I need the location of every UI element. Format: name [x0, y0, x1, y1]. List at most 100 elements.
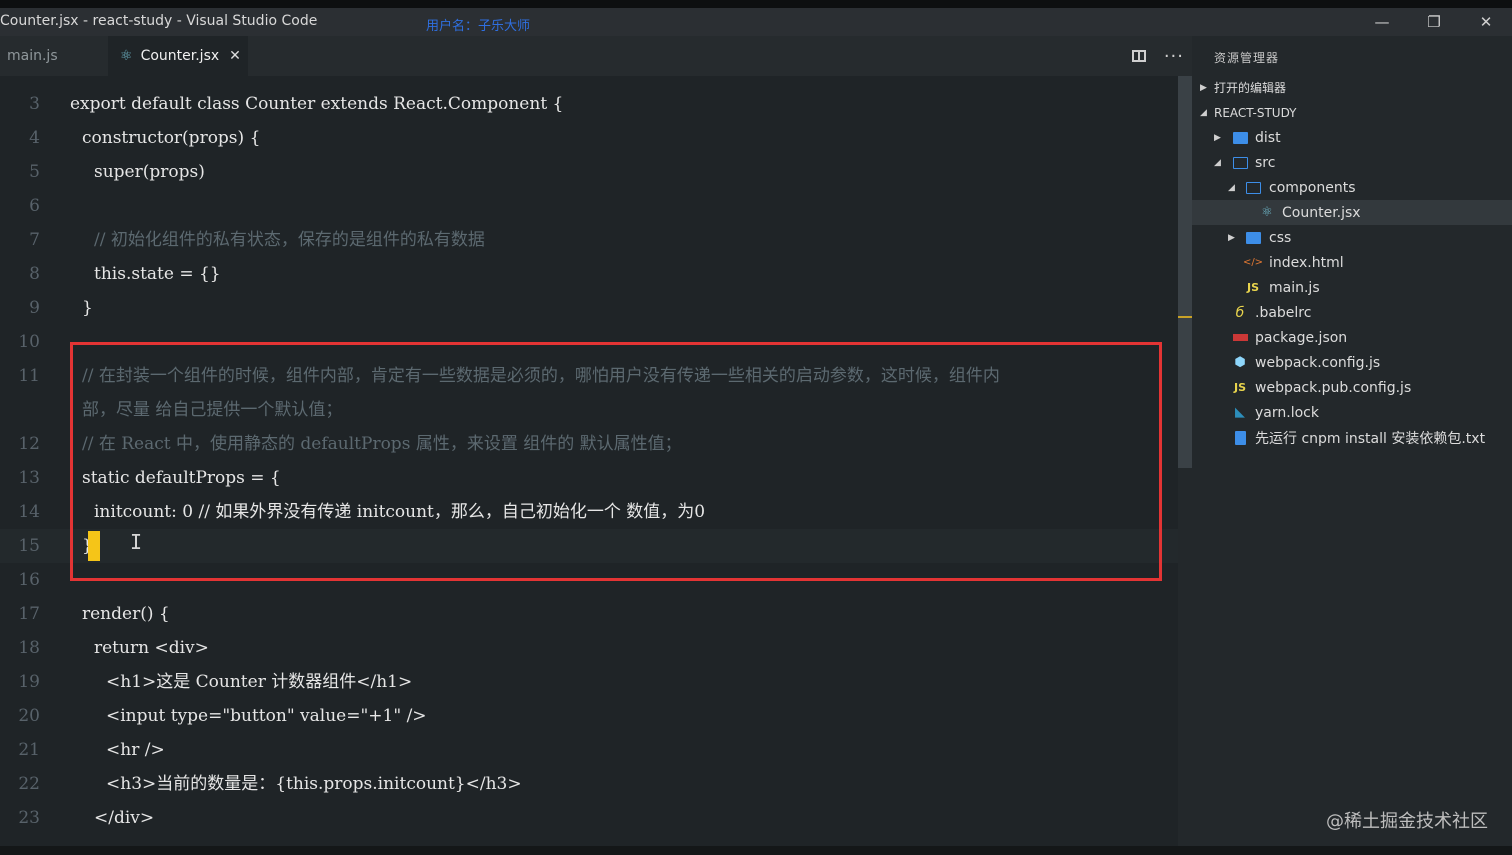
section-project[interactable]: ◢ REACT-STUDY: [1192, 100, 1512, 125]
code-editor[interactable]: 3 export default class Counter extends R…: [0, 76, 1178, 846]
tree-item-src[interactable]: ◢ src: [1192, 150, 1512, 175]
code-line: 6: [0, 189, 1178, 223]
minimize-button[interactable]: —: [1356, 8, 1408, 36]
code-text: export default class Counter extends Rea…: [70, 94, 564, 114]
tab-label: Counter.jsx: [140, 48, 220, 64]
code-comment: // 在 React 中，使用静态的 defaultProps 属性，来设置 组…: [82, 434, 682, 454]
ibeam-cursor-icon: I: [130, 530, 143, 554]
tree-item-readme-txt[interactable]: 先运行 cnpm install 安装依赖包.txt: [1192, 425, 1512, 450]
tree-item-webpack-config[interactable]: ⬢ webpack.config.js: [1192, 350, 1512, 375]
tab-label: main.js: [7, 48, 58, 64]
tree-item-webpack-pub-config[interactable]: JS webpack.pub.config.js: [1192, 375, 1512, 400]
tree-item-babelrc[interactable]: б .babelrc: [1192, 300, 1512, 325]
scrollbar-thumb[interactable]: [1178, 76, 1192, 468]
window-titlebar: Counter.jsx - react-study - Visual Studi…: [0, 0, 1512, 36]
tree-item-label: dist: [1255, 129, 1281, 146]
tab-counter-jsx[interactable]: ⚛ Counter.jsx ✕: [108, 36, 248, 76]
code-text: render() {: [82, 604, 170, 624]
code-text: initcount: 0 // 如果外界没有传递 initcount，那么，自己…: [94, 502, 706, 522]
code-comment: 部，尽量 给自己提供一个默认值；: [82, 400, 343, 420]
html-icon: </>: [1242, 257, 1264, 268]
site-watermark: @稀土掘金技术社区: [1326, 811, 1488, 832]
section-label: 打开的编辑器: [1214, 81, 1287, 95]
code-line: 5 super(props): [0, 155, 1178, 189]
code-line: 20 <input type="button" value="+1" />: [0, 699, 1178, 733]
chevron-down-icon: ◢: [1214, 157, 1221, 168]
tree-item-components[interactable]: ◢ components: [1192, 175, 1512, 200]
code-text: }: [82, 298, 93, 318]
line-number: 21: [18, 740, 40, 760]
line-number: 15: [18, 536, 40, 556]
editor-scrollbar[interactable]: [1178, 76, 1192, 846]
code-line-wrapped: 部，尽量 给自己提供一个默认值；: [0, 393, 1178, 427]
tree-item-dist[interactable]: ▶ dist: [1192, 125, 1512, 150]
line-number: 22: [18, 774, 40, 794]
line-number: 14: [18, 502, 40, 522]
webpack-icon: ⬢: [1234, 355, 1246, 370]
code-line: 13 static defaultProps = {: [0, 461, 1178, 495]
code-text: <hr />: [106, 740, 165, 760]
npm-icon: [1232, 331, 1248, 345]
chevron-right-icon: ▶: [1214, 132, 1221, 143]
status-bar: [0, 846, 1512, 855]
code-line: 22 <h3>当前的数量是：{this.props.initcount}</h3…: [0, 767, 1178, 801]
split-editor-icon[interactable]: [1131, 50, 1146, 62]
tree-item-yarn-lock[interactable]: ◣ yarn.lock: [1192, 400, 1512, 425]
code-line: 11 // 在封装一个组件的时候，组件内部，肯定有一些数据是必须的，哪怕用户没有…: [0, 359, 1178, 393]
window-controls: — ❐ ✕: [1356, 8, 1512, 36]
tree-item-label: main.js: [1269, 279, 1320, 296]
section-label: REACT-STUDY: [1214, 105, 1297, 120]
code-text: <input type="button" value="+1" />: [106, 706, 427, 726]
tree-item-label: yarn.lock: [1255, 404, 1319, 421]
code-line: 3 export default class Counter extends R…: [0, 87, 1178, 121]
tree-item-label: components: [1269, 179, 1356, 196]
folder-icon: [1245, 231, 1261, 245]
code-line: 7 // 初始化组件的私有状态，保存的是组件的私有数据: [0, 223, 1178, 257]
close-window-button[interactable]: ✕: [1460, 8, 1512, 36]
tree-item-counter-jsx[interactable]: ⚛ Counter.jsx: [1192, 200, 1512, 225]
line-number: 18: [18, 638, 40, 658]
line-number: 6: [29, 196, 40, 216]
code-line: 10: [0, 325, 1178, 359]
code-line: 4 constructor(props) {: [0, 121, 1178, 155]
yarn-icon: ◣: [1235, 405, 1245, 420]
tree-item-index-html[interactable]: </> index.html: [1192, 250, 1512, 275]
folder-open-icon: [1245, 181, 1261, 195]
tree-item-label: package.json: [1255, 329, 1348, 346]
code-text: return <div>: [94, 638, 209, 658]
code-line: 8 this.state = {}: [0, 257, 1178, 291]
scrollbar-marker: [1178, 316, 1192, 318]
line-number: 12: [18, 434, 40, 454]
js-icon: JS: [1233, 381, 1246, 394]
close-icon[interactable]: ✕: [229, 48, 241, 64]
line-number: 7: [29, 230, 40, 250]
line-number: 11: [18, 366, 40, 386]
code-line: 9 }: [0, 291, 1178, 325]
section-open-editors[interactable]: ▶ 打开的编辑器: [1192, 75, 1512, 100]
code-comment: // 初始化组件的私有状态，保存的是组件的私有数据: [94, 230, 485, 250]
code-line: 23 </div>: [0, 801, 1178, 835]
explorer-title: 资源管理器: [1214, 51, 1280, 65]
user-watermark: 用户名：子乐大师: [426, 19, 531, 34]
tree-item-css[interactable]: ▶ css: [1192, 225, 1512, 250]
tree-item-package-json[interactable]: package.json: [1192, 325, 1512, 350]
tree-item-label: 先运行 cnpm install 安装依赖包.txt: [1255, 430, 1486, 447]
code-text: this.state = {}: [94, 264, 221, 284]
line-number: 20: [18, 706, 40, 726]
code-line: 21 <hr />: [0, 733, 1178, 767]
chevron-down-icon: ◢: [1200, 107, 1207, 118]
restore-button[interactable]: ❐: [1408, 8, 1460, 36]
react-icon: ⚛: [1261, 205, 1273, 220]
file-icon: [1232, 430, 1248, 445]
tree-item-main-js[interactable]: JS main.js: [1192, 275, 1512, 300]
code-text: constructor(props) {: [82, 128, 261, 148]
tab-main-js[interactable]: main.js: [0, 36, 108, 76]
line-number: 23: [18, 808, 40, 828]
js-icon: JS: [1246, 281, 1259, 294]
react-icon: ⚛: [120, 48, 133, 64]
more-actions-icon[interactable]: ···: [1164, 46, 1184, 67]
code-text: static defaultProps = {: [82, 468, 281, 488]
tree-item-label: .babelrc: [1255, 304, 1312, 321]
window-title: Counter.jsx - react-study - Visual Studi…: [0, 13, 318, 29]
folder-open-icon: [1232, 156, 1248, 170]
